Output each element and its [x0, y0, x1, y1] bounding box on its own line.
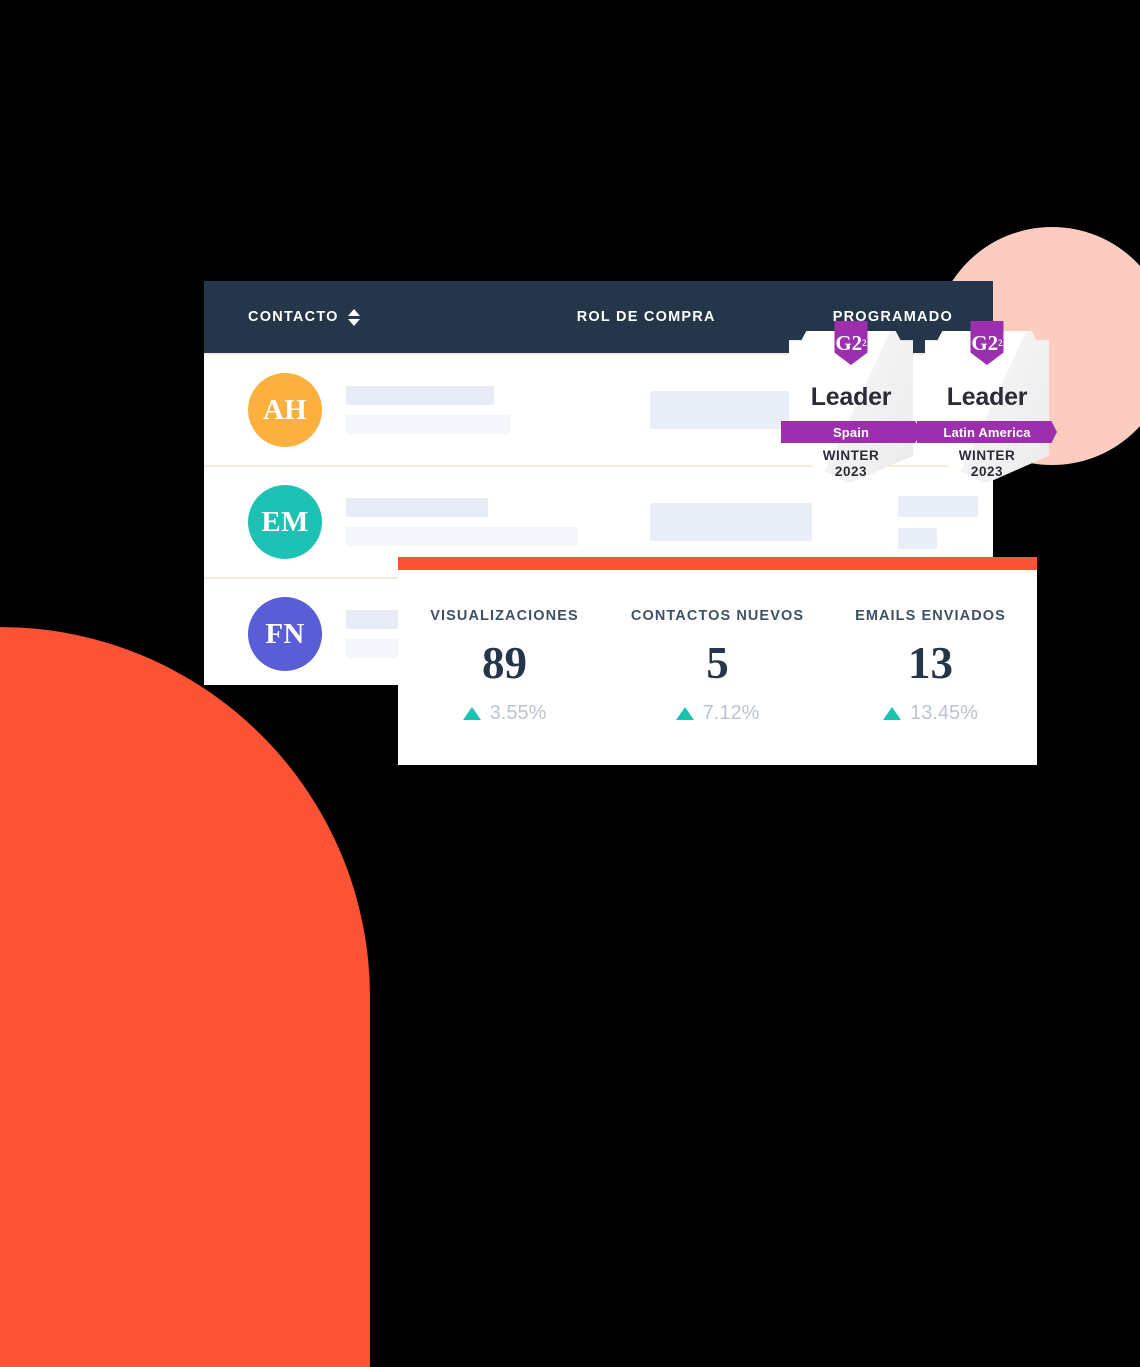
- stat-label: VISUALIZACIONES: [430, 608, 579, 624]
- g2-logo-text: G2: [971, 330, 999, 355]
- triangle-up-icon: [883, 707, 902, 720]
- g2-logo-superscript: 2: [862, 337, 867, 348]
- stats-summary-card: VISUALIZACIONES 89 3.55% CONTACTOS NUEVO…: [398, 557, 1037, 765]
- sort-updown-icon[interactable]: [347, 308, 360, 326]
- badge-season: WINTER 2023: [789, 448, 913, 480]
- column-header-contacto-label: CONTACTO: [248, 309, 339, 325]
- triangle-up-icon: [462, 707, 481, 720]
- triangle-up-icon: [675, 707, 694, 720]
- avatar: FN: [248, 597, 322, 671]
- stat-delta-value: 3.55%: [489, 702, 547, 724]
- g2-badges-group: G2 2 Leader Spain WINTER 2023 G2 2 Leader …: [781, 321, 1057, 483]
- rol-de-compra-placeholder: [650, 503, 812, 541]
- stat-value: 5: [706, 638, 729, 688]
- programado-placeholder: [898, 495, 978, 549]
- stat-value: 89: [482, 638, 527, 688]
- stat-delta: 7.12%: [611, 702, 824, 725]
- badge-region-ribbon: Spain: [781, 421, 921, 443]
- g2-badge-latin-america: G2 2 Leader Latin America WINTER 2023: [917, 321, 1057, 483]
- contact-name-placeholder: [346, 386, 606, 434]
- badge-season-name: WINTER: [822, 448, 880, 463]
- stat-visualizaciones: VISUALIZACIONES 89 3.55%: [398, 608, 611, 725]
- illustration-stage: CONTACTO ROL DE COMPRA PROGRAMADO AH EM: [0, 0, 1140, 1367]
- stat-delta-value: 7.12%: [702, 702, 760, 724]
- g2-logo-superscript: 2: [998, 337, 1003, 348]
- badge-season-year: 2023: [834, 463, 868, 479]
- stat-value: 13: [908, 638, 953, 688]
- badge-season-name: WINTER: [958, 448, 1016, 463]
- avatar: AH: [248, 373, 322, 447]
- orange-decoration-shape: [0, 627, 370, 1367]
- badge-title: Leader: [946, 383, 1028, 411]
- stat-label: CONTACTOS NUEVOS: [630, 608, 805, 624]
- stat-label: EMAILS ENVIADOS: [855, 608, 1006, 624]
- stat-delta: 3.55%: [398, 702, 611, 725]
- badge-region-ribbon: Latin America: [917, 421, 1057, 443]
- avatar: EM: [248, 485, 322, 559]
- g2-logo-text: G2: [835, 330, 863, 355]
- column-header-rol-de-compra[interactable]: ROL DE COMPRA: [577, 309, 716, 325]
- badge-season: WINTER 2023: [925, 448, 1049, 480]
- contact-name-placeholder: [346, 498, 606, 546]
- stat-emails-enviados: EMAILS ENVIADOS 13 13.45%: [824, 608, 1037, 725]
- stat-delta-value: 13.45%: [910, 702, 978, 724]
- badge-title: Leader: [810, 383, 892, 411]
- stats-row: VISUALIZACIONES 89 3.55% CONTACTOS NUEVO…: [398, 570, 1037, 725]
- column-header-contacto[interactable]: CONTACTO: [248, 308, 360, 326]
- badge-season-year: 2023: [970, 463, 1004, 479]
- stat-contactos-nuevos: CONTACTOS NUEVOS 5 7.12%: [611, 608, 824, 725]
- stat-delta: 13.45%: [824, 702, 1037, 725]
- stats-card-accent-bar: [398, 557, 1037, 570]
- g2-badge-spain: G2 2 Leader Spain WINTER 2023: [781, 321, 921, 483]
